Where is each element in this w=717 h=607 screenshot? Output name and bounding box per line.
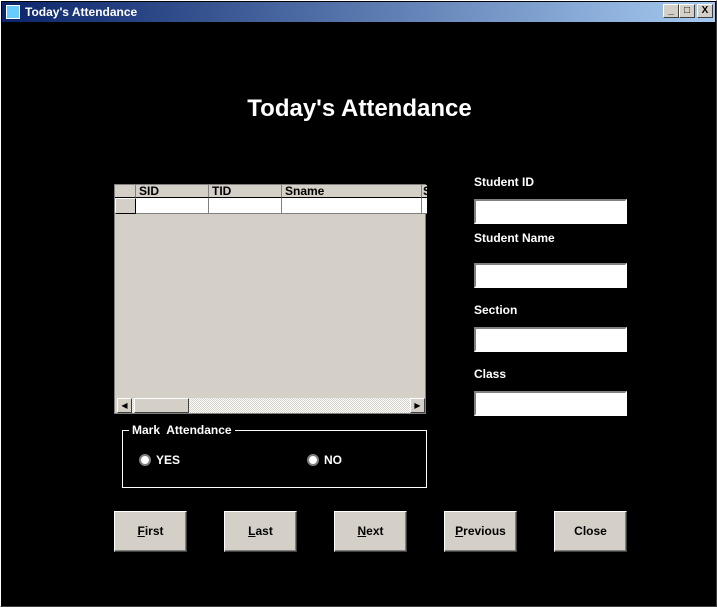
radio-circle-icon[interactable] <box>307 454 319 466</box>
yes-label: YES <box>156 453 181 467</box>
grid-cell[interactable] <box>209 198 282 214</box>
form-client-area: Today's Attendance SID TID Sname S ◀ ▶ S… <box>3 23 714 604</box>
column-header-tid[interactable]: TID <box>209 185 282 198</box>
maximize-button[interactable]: □ <box>679 4 695 18</box>
attendance-window: Today's Attendance _ □ X Today's Attenda… <box>0 0 717 607</box>
horizontal-scrollbar[interactable]: ◀ ▶ <box>117 398 425 413</box>
grid-cell[interactable] <box>282 198 422 214</box>
student-name-input[interactable] <box>474 263 627 288</box>
class-label: Class <box>474 367 507 381</box>
close-button[interactable]: Close <box>554 511 627 552</box>
section-input[interactable] <box>474 327 627 352</box>
column-header-partial[interactable]: S <box>422 185 427 198</box>
column-header-sname[interactable]: Sname <box>282 185 422 198</box>
no-radio[interactable]: NO <box>307 453 342 467</box>
mark-attendance-frame: Mark Attendance YES NO <box>122 423 427 488</box>
scroll-thumb[interactable] <box>134 398 189 413</box>
class-input[interactable] <box>474 391 627 416</box>
title-bar[interactable]: Today's Attendance _ □ X <box>2 2 715 22</box>
grid-corner <box>115 185 136 198</box>
student-id-label: Student ID <box>474 175 534 189</box>
last-button[interactable]: Last <box>224 511 297 552</box>
grid-cell[interactable] <box>136 198 209 214</box>
scroll-right-arrow-icon[interactable]: ▶ <box>410 398 425 413</box>
no-label: NO <box>324 453 342 467</box>
close-window-button[interactable]: X <box>697 4 713 18</box>
window-title: Today's Attendance <box>25 5 138 19</box>
column-header-sid[interactable]: SID <box>136 185 209 198</box>
frame-legend: Mark Attendance <box>129 423 235 437</box>
student-name-label: Student Name <box>474 231 555 245</box>
previous-button[interactable]: Previous <box>444 511 517 552</box>
attendance-grid[interactable]: SID TID Sname S ◀ ▶ <box>114 184 427 414</box>
section-label: Section <box>474 303 518 317</box>
yes-radio[interactable]: YES <box>139 453 180 467</box>
first-button[interactable]: First <box>114 511 187 552</box>
student-id-input[interactable] <box>474 199 627 224</box>
minimize-button[interactable]: _ <box>663 4 679 18</box>
page-title: Today's Attendance <box>247 95 472 122</box>
grid-cell[interactable] <box>422 198 427 214</box>
radio-circle-icon[interactable] <box>139 454 151 466</box>
row-selector[interactable] <box>115 198 136 214</box>
scroll-left-arrow-icon[interactable]: ◀ <box>117 398 132 413</box>
next-button[interactable]: Next <box>334 511 407 552</box>
app-icon <box>6 5 20 19</box>
